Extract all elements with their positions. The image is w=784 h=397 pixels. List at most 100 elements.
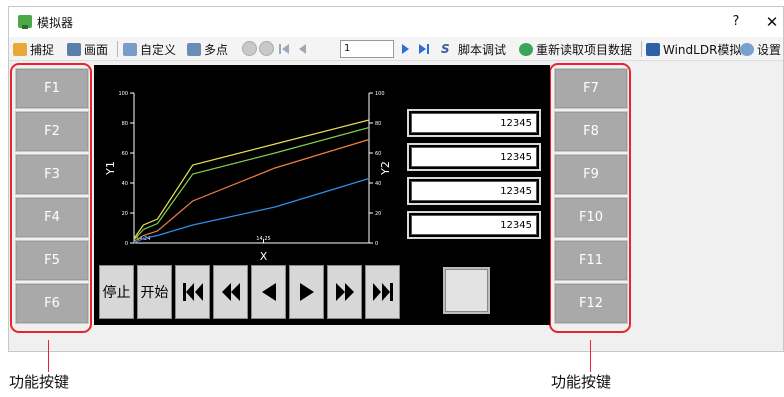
screen-icon [67, 42, 81, 56]
stop-button[interactable]: 停止 [99, 265, 134, 319]
y1-tick-label: 20 [122, 211, 128, 217]
square-button[interactable] [443, 267, 490, 314]
callout-line-right [590, 340, 591, 372]
y1-tick-label: 100 [118, 91, 128, 97]
start-button[interactable]: 开始 [137, 265, 172, 319]
close-button[interactable]: ✕ [761, 12, 783, 32]
value-display-3: 12345 [407, 177, 541, 205]
hmi-screen: 00202040406060808010010014:2414:25XY1Y2 … [94, 65, 550, 325]
series-line-3 [133, 138, 370, 243]
value-display-4: 12345 [407, 211, 541, 239]
y1-tick-label: 0 [125, 241, 128, 247]
custom-button[interactable]: 自定义 [123, 40, 176, 58]
function-key-f6[interactable]: F6 [15, 283, 89, 324]
function-key-f2[interactable]: F2 [15, 111, 89, 152]
first-frame-icon[interactable] [277, 41, 291, 57]
right-function-keys: F7 F8 F9 F10 F11 F12 [549, 63, 631, 333]
left-function-keys: F1 F2 F3 F4 F5 F6 [10, 63, 92, 333]
window-title: 模拟器 [37, 16, 74, 30]
y1-axis-label: Y1 [104, 161, 117, 176]
jump-end-button[interactable] [365, 265, 400, 319]
toolbar: 捕捉 画面 自定义 多点 1 S 脚本调试 重新读取项目数据 WindLDR模拟… [9, 37, 783, 61]
script-icon: S [441, 41, 450, 56]
screen-button[interactable]: 画面 [67, 40, 108, 58]
capture-label: 捕捉 [30, 42, 55, 57]
list-icon [187, 42, 201, 56]
multipoint-button[interactable]: 多点 [187, 40, 228, 58]
back-icon[interactable] [242, 41, 257, 56]
function-key-f12[interactable]: F12 [554, 283, 628, 324]
capture-button[interactable]: 捕捉 [13, 40, 54, 58]
y1-tick-label: 80 [122, 121, 128, 127]
stop-label: 停止 [102, 285, 131, 301]
x-axis-label: X [260, 250, 268, 263]
capture-icon [13, 42, 27, 56]
script-debug-label: 脚本调试 [458, 42, 507, 57]
skip-to-end-icon [372, 283, 393, 301]
value-text: 12345 [411, 181, 537, 201]
help-button[interactable]: ? [725, 12, 747, 32]
play-button[interactable] [289, 265, 324, 319]
custom-label: 自定义 [140, 42, 177, 57]
series-line-4 [133, 177, 370, 244]
y1-tick-label: 40 [122, 181, 128, 187]
function-key-f3[interactable]: F3 [15, 154, 89, 195]
simulator-window: 模拟器 ? ✕ 捕捉 画面 自定义 多点 1 S 脚本调试 重新读取项目数据 W… [8, 6, 784, 352]
settings-label: 设置 [757, 42, 782, 57]
y2-tick-label: 100 [375, 91, 385, 97]
y2-tick-label: 0 [375, 241, 378, 247]
function-key-f7[interactable]: F7 [554, 68, 628, 109]
function-key-f4[interactable]: F4 [15, 197, 89, 238]
value-text: 12345 [411, 147, 537, 167]
step-back-button[interactable] [251, 265, 286, 319]
y2-axis-label: Y2 [379, 161, 392, 176]
play-reverse-icon [261, 283, 276, 301]
reload-icon [519, 42, 533, 56]
fast-forward-button[interactable] [327, 265, 362, 319]
value-display-1: 12345 [407, 109, 541, 137]
play-icon [299, 283, 314, 301]
windldr-button[interactable]: WindLDR模拟 [646, 40, 741, 58]
grid-icon [123, 42, 137, 56]
value-text: 12345 [411, 113, 537, 133]
forward-icon[interactable] [259, 41, 274, 56]
value-text: 12345 [411, 215, 537, 235]
windldr-label: WindLDR模拟 [663, 42, 742, 57]
y1-tick-label: 60 [122, 151, 128, 157]
y2-tick-label: 80 [375, 121, 381, 127]
rewind-icon [221, 283, 240, 301]
fast-forward-icon [335, 283, 354, 301]
series-line-2 [133, 126, 370, 241]
function-key-f5[interactable]: F5 [15, 240, 89, 281]
multipoint-label: 多点 [204, 42, 229, 57]
rewind-button[interactable] [213, 265, 248, 319]
frame-input[interactable]: 1 [340, 40, 394, 58]
callout-line-left [48, 340, 49, 372]
screen-label: 画面 [84, 42, 109, 57]
y2-tick-label: 40 [375, 181, 381, 187]
script-debug-button[interactable]: S 脚本调试 [441, 40, 506, 58]
app-icon [18, 15, 32, 29]
callout-label-left: 功能按键 [9, 373, 70, 391]
toolbar-divider [641, 41, 642, 57]
skip-to-start-icon [182, 283, 203, 301]
y2-tick-label: 60 [375, 151, 381, 157]
settings-button[interactable]: 设置 [740, 40, 781, 58]
last-frame-icon[interactable] [417, 41, 431, 57]
start-label: 开始 [140, 285, 169, 301]
title-bar: 模拟器 ? ✕ [9, 7, 783, 37]
y2-tick-label: 20 [375, 211, 381, 217]
function-key-f1[interactable]: F1 [15, 68, 89, 109]
monitor-icon [646, 42, 660, 56]
function-key-f11[interactable]: F11 [554, 240, 628, 281]
value-display-2: 12345 [407, 143, 541, 171]
callout-label-right: 功能按键 [551, 373, 612, 391]
function-key-f10[interactable]: F10 [554, 197, 628, 238]
function-key-f9[interactable]: F9 [554, 154, 628, 195]
jump-start-button[interactable] [175, 265, 210, 319]
reload-button[interactable]: 重新读取项目数据 [519, 40, 632, 58]
toolbar-divider [117, 41, 118, 57]
prev-frame-icon[interactable] [295, 41, 309, 57]
next-frame-icon[interactable] [399, 41, 413, 57]
function-key-f8[interactable]: F8 [554, 111, 628, 152]
